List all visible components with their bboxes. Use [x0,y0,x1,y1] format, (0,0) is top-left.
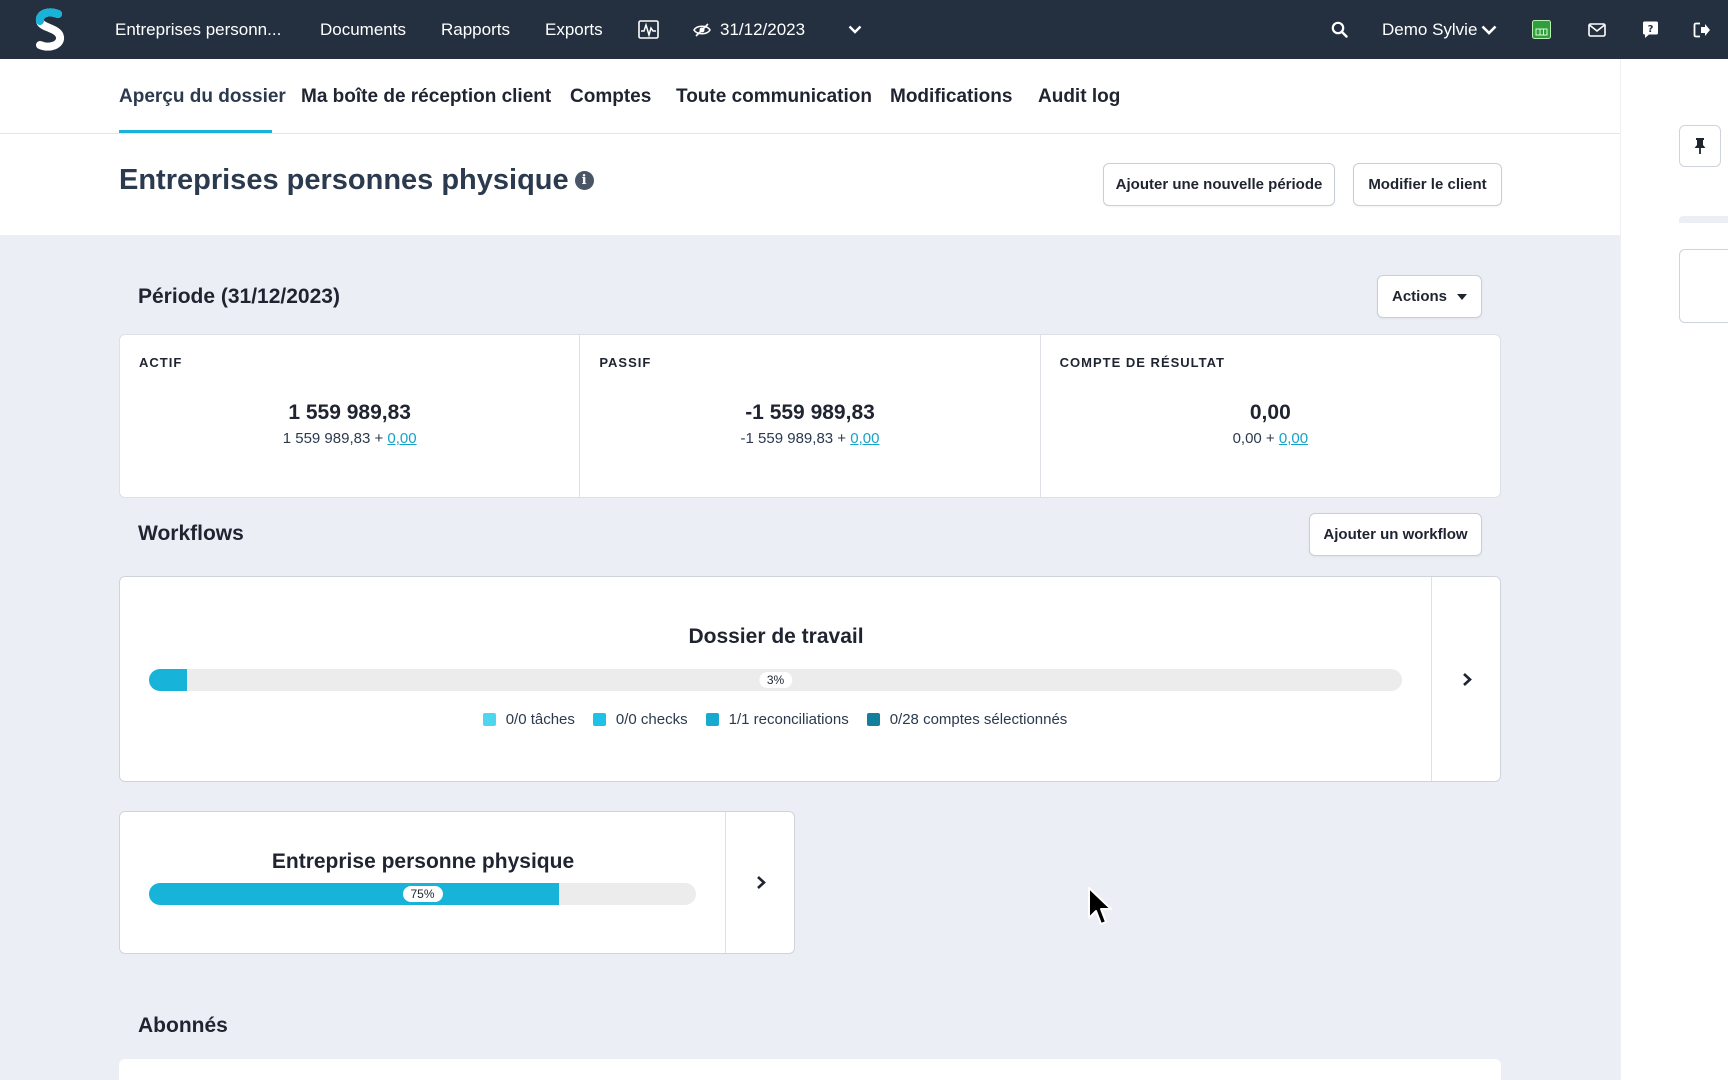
workflow-title: Entreprise personne physique [271,850,575,873]
nav-exports[interactable]: Exports [545,0,603,59]
legend-swatch [592,713,606,726]
tab-boite-reception[interactable]: Ma boîte de réception client [301,59,551,134]
period-date[interactable]: 31/12/2023 [720,0,805,59]
legend-item-comptes: 0/28 comptes sélectionnés [866,711,1068,728]
info-icon[interactable]: i [574,171,594,190]
search-icon[interactable] [1328,0,1350,59]
side-panel-card[interactable] [1679,249,1728,323]
subscribers-card [119,1059,1501,1080]
balance-breakdown: -1 559 989,83 + 0,00 [580,430,1039,447]
balance-base: 0,00 + [1232,430,1275,447]
actions-dropdown[interactable]: Actions [1377,275,1482,318]
workflow-progress: 3% [149,669,1402,691]
progress-label: 3% [758,672,793,688]
add-workflow-button[interactable]: Ajouter un workflow [1309,513,1482,556]
page-title-text: Entreprises personnes physique [119,164,569,196]
balance-value: 0,00 [1249,401,1291,424]
legend-swatch [705,713,719,726]
balance-summary: ACTIF 1 559 989,83 1 559 989,83 + 0,00 P… [119,334,1501,498]
dossier-tabs: Aperçu du dossier Ma boîte de réception … [0,59,1620,134]
workflow-card-dossier[interactable]: Dossier de travail 3% 0/0 tâches 0/0 che… [119,576,1501,782]
balance-label: COMPTE DE RÉSULTAT [1059,355,1225,370]
balance-actif: ACTIF 1 559 989,83 1 559 989,83 + 0,00 [120,335,581,497]
tab-apercu[interactable]: Aperçu du dossier [119,59,286,134]
side-panel [1620,59,1728,1080]
main-content: Période (31/12/2023) Actions ACTIF 1 559… [0,235,1620,1080]
chevron-down-icon[interactable] [845,0,865,59]
spreadsheet-icon[interactable] [1530,0,1552,59]
balance-breakdown: 1 559 989,83 + 0,00 [120,430,579,447]
add-period-button[interactable]: Ajouter une nouvelle période [1103,163,1335,206]
user-menu[interactable]: Demo Sylvie [1382,0,1477,59]
legend-text: 0/0 checks [615,711,688,728]
eye-slash-icon[interactable] [692,0,712,59]
workflow-card-entreprise[interactable]: Entreprise personne physique 75% [119,811,795,954]
tab-comptes[interactable]: Comptes [570,59,651,134]
chevron-right-icon [756,876,766,889]
open-workflow-button[interactable] [725,812,795,953]
balance-delta-link[interactable]: 0,00 [387,430,416,447]
balance-delta-link[interactable]: 0,00 [850,430,879,447]
nav-rapports[interactable]: Rapports [441,0,510,59]
svg-text:?: ? [1647,24,1653,35]
app-logo[interactable] [34,8,66,52]
balance-passif: PASSIF -1 559 989,83 -1 559 989,83 + 0,0… [580,335,1041,497]
pin-icon [1694,138,1706,154]
actions-label: Actions [1392,288,1448,305]
balance-label: ACTIF [139,355,183,370]
workflow-progress: 75% [149,883,696,905]
legend-item-reconciliations: 1/1 reconciliations [705,711,849,728]
balance-breakdown: 0,00 + 0,00 [1041,430,1500,447]
balance-base: 1 559 989,83 + [282,430,384,447]
caret-down-icon [1457,293,1467,300]
legend-text: 0/0 tâches [505,711,575,728]
legend-item-taches: 0/0 tâches [482,711,575,728]
legend-swatch [866,713,880,726]
tab-audit-log[interactable]: Audit log [1038,59,1120,134]
progress-fill [149,883,560,905]
legend-text: 0/28 comptes sélectionnés [889,711,1068,728]
workflow-legend: 0/0 tâches 0/0 checks 1/1 reconciliation… [120,711,1430,728]
balance-value: -1 559 989,83 [745,401,875,424]
page-header: Entreprises personnes physique i Ajouter… [0,134,1620,235]
tab-modifications[interactable]: Modifications [890,59,1012,134]
balance-base: -1 559 989,83 + [740,430,847,447]
client-switcher[interactable]: Entreprises personn... [115,0,281,59]
balance-delta-link[interactable]: 0,00 [1279,430,1308,447]
help-icon[interactable]: ? [1639,0,1661,59]
open-workflow-button[interactable] [1431,577,1501,781]
nav-documents[interactable]: Documents [320,0,406,59]
period-title: Période (31/12/2023) [138,285,340,308]
top-navbar: Entreprises personn... Documents Rapport… [0,0,1728,59]
balance-compte-resultat: COMPTE DE RÉSULTAT 0,00 0,00 + 0,00 [1041,335,1500,497]
balance-label: PASSIF [599,355,652,370]
workflow-title: Dossier de travail [688,625,864,648]
legend-item-checks: 0/0 checks [592,711,688,728]
chevron-right-icon [1462,672,1472,686]
legend-text: 1/1 reconciliations [728,711,849,728]
activity-chart-icon[interactable] [636,0,660,59]
mail-icon[interactable] [1586,0,1608,59]
subscribers-title: Abonnés [138,1014,228,1037]
legend-swatch [482,713,496,726]
side-panel-divider [1679,216,1728,223]
pin-button[interactable] [1679,125,1721,167]
edit-client-button[interactable]: Modifier le client [1353,163,1502,206]
mouse-cursor-icon [1088,887,1112,925]
progress-fill [149,669,187,691]
active-tab-indicator [119,130,272,133]
tab-communication[interactable]: Toute communication [676,59,872,134]
balance-value: 1 559 989,83 [288,401,411,424]
user-chevron-icon[interactable] [1479,0,1499,59]
page-title: Entreprises personnes physique i [119,164,594,197]
progress-label: 75% [402,886,443,902]
workflows-title: Workflows [138,522,244,545]
logout-icon[interactable] [1691,0,1713,59]
